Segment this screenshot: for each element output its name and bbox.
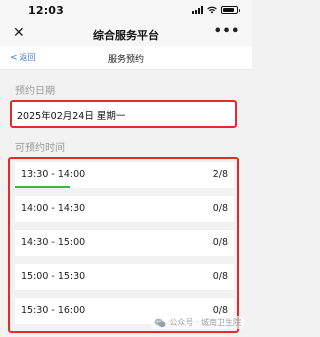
wechat-icon	[154, 318, 166, 327]
slot-count: 2/8	[212, 169, 228, 180]
available-times-label: 可预约时间	[15, 143, 65, 154]
slot-time: 13:30 - 14:00	[21, 169, 86, 180]
slot-time: 14:30 - 15:00	[21, 237, 86, 248]
battery-icon	[221, 6, 240, 14]
nav-bar: ✕ 综合服务平台 •••	[0, 22, 252, 46]
slot-time: 15:30 - 16:00	[21, 305, 86, 316]
app-screen: 12:03 ✕ 综合服务平台 ••• < 返回 服务预约 预约日期 2025年0…	[0, 0, 252, 337]
booking-date-label: 预约日期	[15, 86, 55, 97]
slot-time: 15:00 - 15:30	[21, 271, 86, 282]
slot-count: 0/8	[212, 271, 228, 282]
time-slot-list: 13:30 - 14:00 2/8 14:00 - 14:30 0/8 14:3…	[8, 157, 239, 333]
slot-count: 0/8	[212, 237, 228, 248]
watermark: 公众号 · 城南卫生院	[151, 316, 244, 329]
signal-bars-icon	[192, 6, 203, 14]
wifi-icon	[207, 6, 217, 14]
page-title: 服务预约	[107, 55, 144, 65]
watermark-text: 公众号 · 城南卫生院	[169, 318, 241, 327]
booking-date-value: 2025年02月24日 星期一	[17, 111, 126, 122]
status-bar: 12:03	[0, 0, 252, 22]
slot-progress-bar	[15, 186, 70, 188]
time-slot[interactable]: 13:30 - 14:00 2/8	[15, 162, 234, 188]
time-slot[interactable]: 15:00 - 15:30 0/8	[15, 264, 234, 290]
status-icons	[192, 6, 240, 14]
slot-count: 0/8	[212, 305, 228, 316]
page-header: < 返回 服务预约	[0, 46, 252, 70]
slot-time: 14:00 - 14:30	[21, 203, 86, 214]
more-options-icon[interactable]: •••	[214, 24, 240, 39]
time-slot[interactable]: 14:00 - 14:30 0/8	[15, 196, 234, 222]
status-time: 12:03	[28, 4, 65, 17]
slot-count: 0/8	[212, 203, 228, 214]
booking-date-field[interactable]: 2025年02月24日 星期一	[10, 100, 237, 128]
time-slot[interactable]: 14:30 - 15:00 0/8	[15, 230, 234, 256]
